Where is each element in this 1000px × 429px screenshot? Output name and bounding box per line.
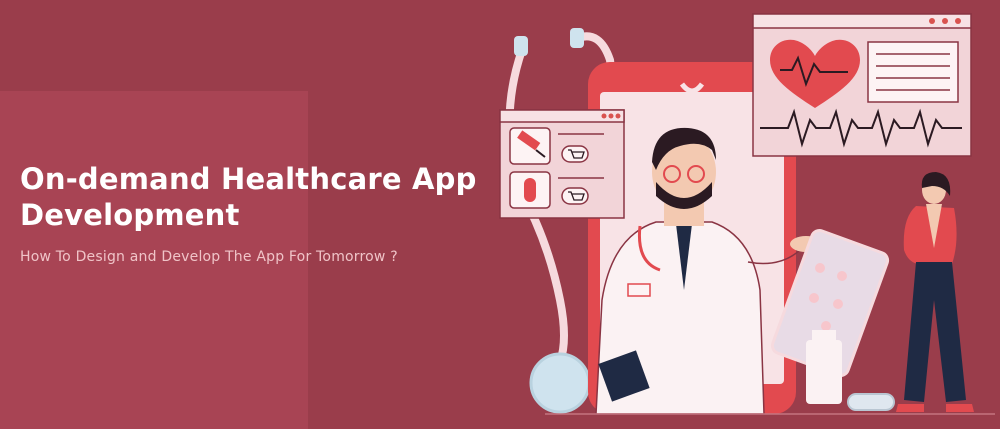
healthcare-illustration (499, 13, 995, 415)
heart-monitor-window (752, 13, 972, 157)
pill-icon (524, 178, 536, 202)
pharmacy-window (499, 109, 625, 219)
hero-banner: On-demand Healthcare App Development How… (0, 0, 1000, 429)
cart-icon (561, 187, 589, 205)
woman-figure (896, 172, 974, 412)
cart-icon (561, 145, 589, 163)
